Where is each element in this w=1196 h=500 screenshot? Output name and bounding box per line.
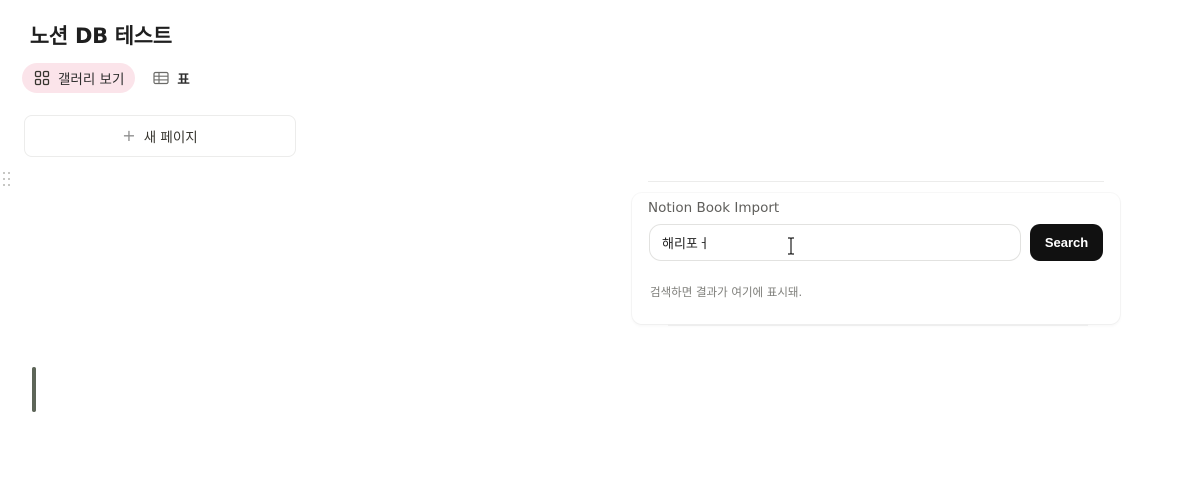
widget-title: Notion Book Import (648, 200, 780, 216)
results-hint: 검색하면 결과가 여기에 표시돼. (650, 285, 803, 299)
book-import-widget: Notion Book Import Search 검색하면 결과가 여기에 표… (632, 193, 1120, 324)
drag-handle-icon[interactable] (3, 172, 11, 188)
widget-bottom-edge (668, 324, 1088, 326)
view-tabs: 갤러리 보기 표 (22, 63, 201, 93)
text-cursor-icon (786, 237, 796, 255)
tab-table-view[interactable]: 표 (141, 63, 200, 93)
tab-gallery-view-label: 갤러리 보기 (58, 72, 125, 88)
search-input[interactable] (649, 224, 1021, 261)
block-indicator-bar (32, 367, 36, 412)
page-title: 노션 DB 테스트 (30, 24, 172, 48)
divider-line (648, 181, 1104, 182)
notion-page: 노션 DB 테스트 갤러리 보기 표 + 새 페이지 Notion Book I… (0, 0, 1196, 500)
table-icon (153, 71, 170, 85)
gallery-grid-icon (34, 70, 50, 86)
search-button[interactable]: Search (1030, 224, 1103, 261)
new-page-button[interactable]: + 새 페이지 (24, 115, 296, 157)
tab-table-view-label: 표 (177, 72, 190, 88)
plus-icon: + (122, 126, 136, 145)
tab-gallery-view[interactable]: 갤러리 보기 (22, 63, 136, 93)
new-page-label: 새 페이지 (143, 130, 198, 146)
